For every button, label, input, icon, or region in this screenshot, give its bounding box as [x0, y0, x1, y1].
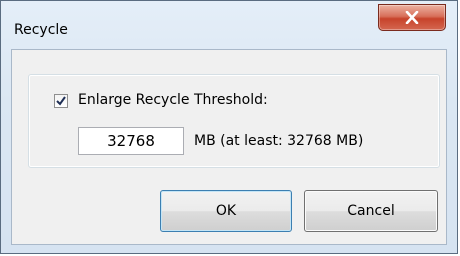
- dialog-body: Enlarge Recycle Threshold: MB (at least:…: [11, 49, 447, 245]
- close-x-icon: [405, 11, 419, 24]
- ok-button[interactable]: OK: [160, 190, 292, 232]
- threshold-hint: MB (at least: 32768 MB): [194, 133, 364, 149]
- cancel-button[interactable]: Cancel: [304, 190, 438, 232]
- checkmark-icon: [56, 96, 66, 106]
- recycle-dialog: Recycle Enlarge Recycle Threshold: MB (a…: [0, 0, 458, 254]
- title-bar[interactable]: Recycle: [1, 1, 457, 49]
- threshold-input[interactable]: [78, 127, 184, 155]
- enlarge-threshold-checkbox[interactable]: [54, 94, 68, 108]
- window-title: Recycle: [14, 22, 68, 38]
- enlarge-threshold-label[interactable]: Enlarge Recycle Threshold:: [78, 92, 268, 108]
- close-button[interactable]: [378, 4, 446, 31]
